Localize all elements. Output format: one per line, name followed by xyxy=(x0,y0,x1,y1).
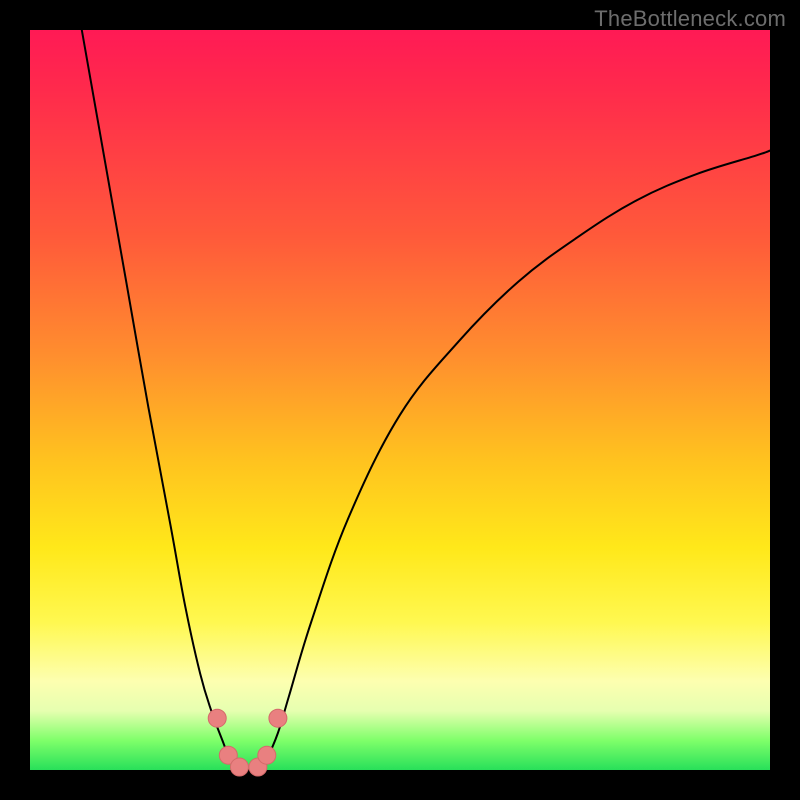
watermark-text: TheBottleneck.com xyxy=(594,6,786,32)
curve-left-branch xyxy=(82,30,237,770)
marker-point xyxy=(258,746,276,764)
curve-group xyxy=(82,30,770,770)
curve-right-branch xyxy=(259,151,770,770)
marker-point xyxy=(269,709,287,727)
curves-svg xyxy=(30,30,770,770)
plot-area xyxy=(30,30,770,770)
marker-point xyxy=(208,709,226,727)
outer-frame: TheBottleneck.com xyxy=(0,0,800,800)
marker-point xyxy=(230,758,248,776)
